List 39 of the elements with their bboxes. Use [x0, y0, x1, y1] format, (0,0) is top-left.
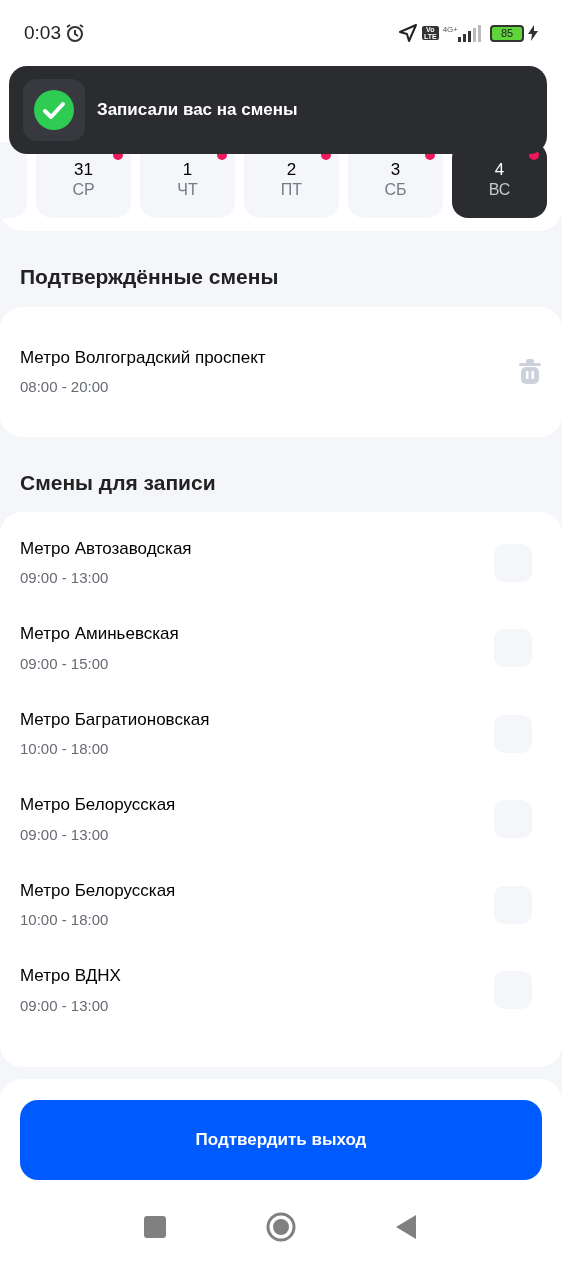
confirm-button[interactable]: Подтвердить выход [20, 1100, 542, 1180]
day-number: 4 [494, 160, 505, 180]
shift-place: Метро Белорусская [20, 879, 176, 902]
shift-place: Метро Автозаводская [20, 537, 192, 560]
shift-time: 09:00 - 13:00 [20, 995, 110, 1016]
battery-indicator: 85 [490, 24, 524, 42]
shift-time: 09:00 - 13:00 [20, 824, 110, 845]
shift-time: 09:00 - 13:00 [20, 568, 110, 589]
shift-time: 09:00 - 15:00 [20, 653, 110, 674]
weekday-label: СР [72, 180, 95, 200]
home-icon[interactable] [266, 1212, 296, 1242]
clock-time: 0:03 [24, 20, 61, 45]
day-number: 2 [286, 160, 297, 180]
shift-time: 10:00 - 18:00 [20, 739, 110, 760]
trash-icon[interactable] [518, 358, 542, 385]
section-heading: Смены для записи [19, 469, 217, 496]
day-number: 31 [74, 160, 93, 180]
weekday-label: СБ [384, 180, 407, 200]
recents-icon[interactable] [144, 1216, 166, 1238]
weekday-label: ПТ [280, 180, 303, 200]
alarm-icon [65, 23, 85, 43]
toast-message: Записали вас на смены [97, 99, 298, 122]
day-number: 3 [390, 160, 401, 180]
back-icon[interactable] [396, 1215, 418, 1239]
section-heading: Подтверждённые смены [19, 264, 280, 290]
shift-place: Метро Багратионовская [20, 708, 210, 731]
shift-place: Метро Белорусская [20, 794, 176, 817]
success-check-icon [33, 89, 75, 131]
shift-place: Метро ВДНХ [20, 965, 121, 988]
shift-time: 10:00 - 18:00 [20, 910, 110, 931]
shift-time: 08:00 - 20:00 [20, 377, 110, 397]
shift-place: Метро Волгоградский проспект [20, 346, 266, 369]
weekday-label: ЧТ [177, 180, 198, 200]
day-number: 1 [182, 160, 193, 180]
signal-icon [458, 24, 482, 42]
location-icon [397, 23, 418, 43]
weekday-label: ВС [488, 180, 511, 200]
shift-place: Метро Аминьевская [20, 623, 179, 646]
network-label: 4G+ [442, 24, 458, 36]
